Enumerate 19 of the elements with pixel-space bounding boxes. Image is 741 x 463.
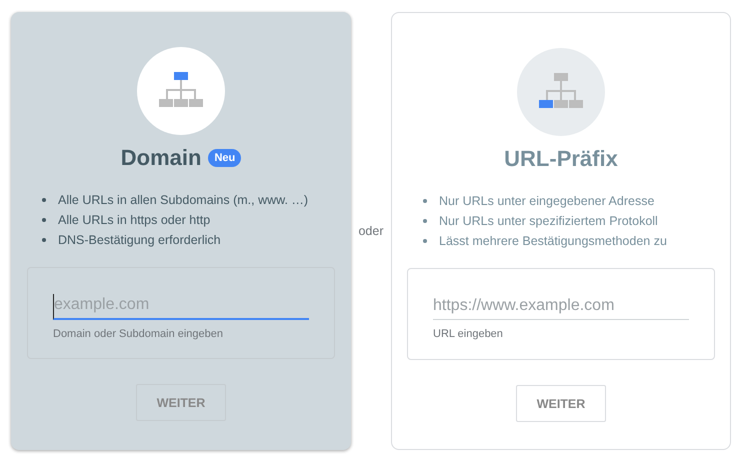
feature-text: Lässt mehrere Bestätigungsmethoden zu xyxy=(439,233,667,250)
card-title: Domain xyxy=(120,145,202,171)
feature-text: Nur URLs unter spezifiziertem Protokoll xyxy=(439,213,658,230)
new-badge: Neu xyxy=(208,149,242,167)
bullet-icon xyxy=(42,198,46,202)
feature-text: Nur URLs unter eingegebener Adresse xyxy=(439,193,654,210)
bullet-icon xyxy=(42,218,46,222)
bullet-icon xyxy=(42,238,46,242)
separator-text: oder xyxy=(358,224,384,238)
feature-text: Alle URLs in https oder http xyxy=(58,212,210,229)
bullet-icon xyxy=(423,219,427,223)
input-field[interactable]: example.com xyxy=(53,294,309,320)
bullet-icon xyxy=(423,199,427,203)
helper-text: Domain oder Subdomain eingeben xyxy=(53,328,224,340)
card-title: URL-Präfix xyxy=(504,146,618,172)
feature-text: DNS-Bestätigung erforderlich xyxy=(58,232,221,249)
helper-text: URL eingeben xyxy=(433,328,504,340)
bullet-icon xyxy=(423,239,427,243)
feature-text: Alle URLs in allen Subdomains (m., www. …) xyxy=(58,192,308,209)
